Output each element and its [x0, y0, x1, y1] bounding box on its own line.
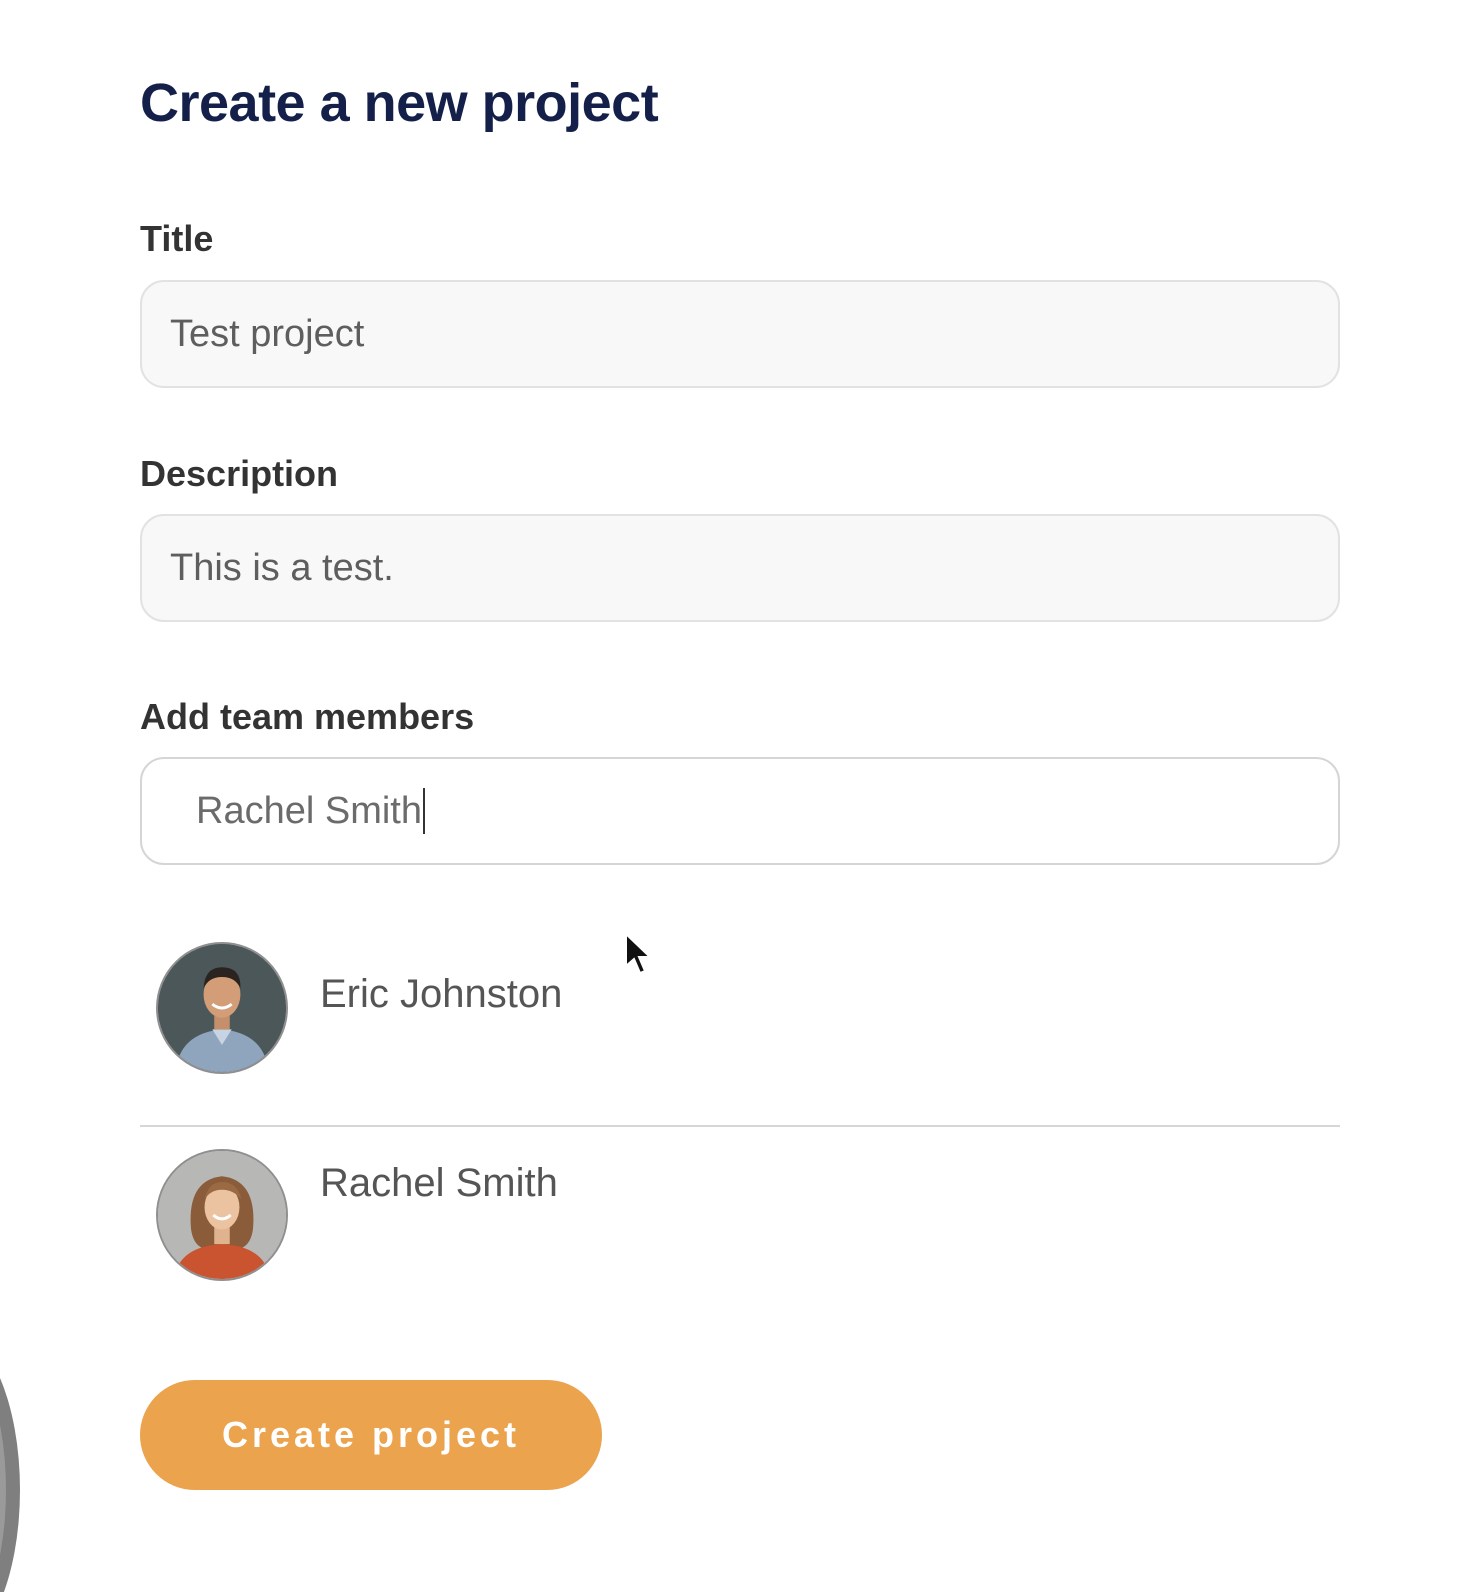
title-input-value: Test project — [170, 312, 365, 355]
suggestion-item-rachel-smith[interactable]: Rachel Smith — [140, 1127, 1340, 1317]
suggestion-item-eric-johnston[interactable]: Eric Johnston — [140, 942, 1340, 1125]
team-suggestions-list: Eric Johnston Rachel Smith — [140, 942, 1340, 1317]
team-members-input-value: Rachel Smith — [196, 789, 422, 832]
member-name: Eric Johnston — [320, 972, 563, 1016]
avatar — [156, 942, 288, 1074]
member-name: Rachel Smith — [320, 1161, 558, 1205]
man-portrait-image — [158, 944, 286, 1072]
create-project-page: Create a new project Title Test project … — [0, 0, 1466, 1592]
team-members-label: Add team members — [140, 696, 475, 737]
text-caret — [422, 788, 425, 834]
description-input-value: This is a test. — [170, 546, 394, 589]
avatar — [156, 1149, 288, 1281]
description-label: Description — [140, 453, 339, 494]
title-label: Title — [140, 218, 214, 259]
team-members-search-input[interactable]: Rachel Smith — [140, 757, 1340, 865]
woman-portrait-image — [158, 1151, 286, 1279]
description-input[interactable]: This is a test. — [140, 514, 1340, 622]
title-input[interactable]: Test project — [140, 280, 1340, 388]
page-title: Create a new project — [140, 73, 659, 133]
edge-shadow-decoration — [0, 1378, 20, 1592]
mouse-pointer-icon — [625, 932, 653, 975]
create-project-button[interactable]: Create project — [140, 1380, 602, 1490]
